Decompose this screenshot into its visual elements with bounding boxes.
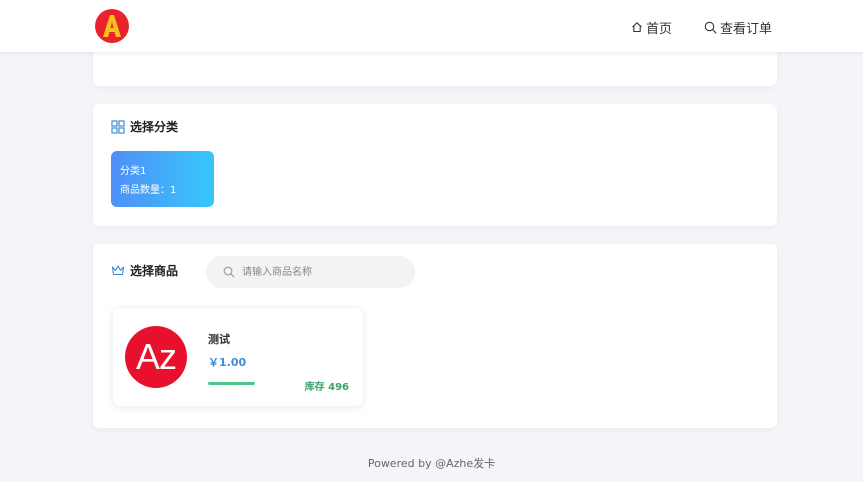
stock-bar-fill — [208, 382, 255, 385]
product-card[interactable]: Az 测试 ￥1.00 库存 496 — [113, 308, 363, 406]
goods-section-title: 选择商品 — [111, 262, 178, 279]
top-navbar: 首页 查看订单 — [0, 0, 863, 52]
search-icon — [223, 266, 235, 278]
footer-text: Powered by @Azhe发卡 — [367, 457, 496, 470]
grid-icon — [111, 119, 125, 134]
search-icon — [704, 21, 717, 34]
home-icon — [632, 22, 642, 33]
goods-search-input[interactable] — [242, 262, 402, 282]
goods-title-text: 选择商品 — [130, 264, 179, 278]
nav-orders-label: 查看订单 — [720, 21, 773, 37]
nav-home-link[interactable]: 首页 — [631, 18, 673, 37]
category-title-text: 选择分类 — [130, 120, 179, 134]
goods-card: 选择商品 Az 测试 ￥1.00 库存 496 — [93, 244, 777, 428]
product-image-text: Az — [135, 336, 177, 377]
nav-home-label: 首页 — [646, 21, 673, 37]
category-count: 商品数量：1 — [120, 185, 177, 196]
goods-search-box[interactable] — [206, 256, 415, 288]
category-section-title: 选择分类 — [111, 118, 178, 135]
product-price: ￥1.00 — [208, 356, 247, 369]
site-logo[interactable] — [95, 9, 129, 43]
crown-icon — [111, 265, 125, 276]
product-image: Az — [125, 326, 187, 388]
category-name: 分类1 — [120, 166, 147, 177]
category-tile[interactable]: 分类1 商品数量：1 — [111, 151, 214, 207]
category-card: 选择分类 分类1 商品数量：1 — [93, 104, 777, 226]
stock-label: 库存 496 — [304, 382, 349, 393]
nav-orders-link[interactable]: 查看订单 — [704, 18, 773, 37]
product-name: 测试 — [208, 333, 230, 346]
announcement-card — [93, 46, 777, 86]
stock-bar — [208, 382, 255, 385]
footer: Powered by @Azhe发卡 — [0, 455, 863, 471]
